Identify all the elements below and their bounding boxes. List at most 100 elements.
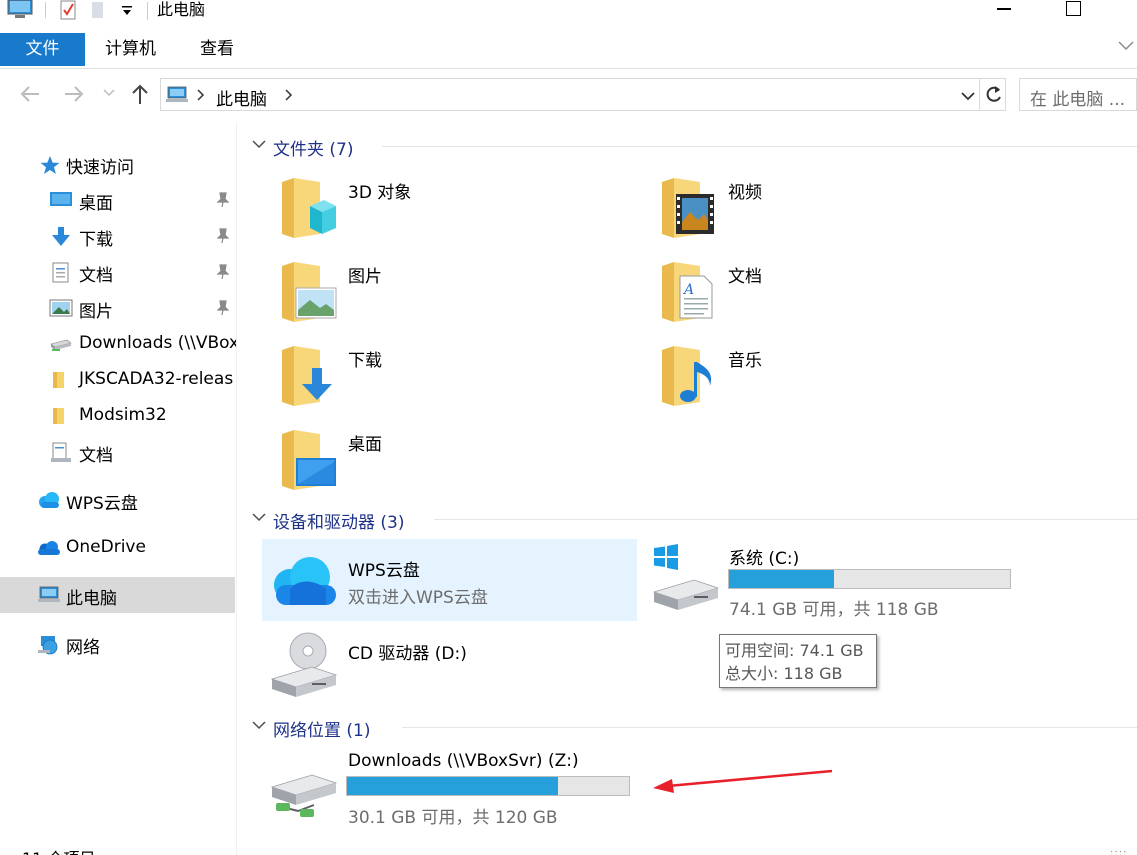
sidebar-item-label: 网络 — [66, 638, 100, 658]
pin-icon[interactable] — [215, 264, 231, 280]
sidebar-item-label: 文档 — [79, 266, 113, 286]
recent-locations-icon[interactable] — [103, 89, 115, 97]
sidebar-item-pictures[interactable]: 图片 — [0, 291, 235, 325]
forward-arrow-icon[interactable] — [62, 84, 86, 104]
sidebar-item-label: 桌面 — [79, 194, 113, 214]
folder-videos[interactable]: 视频 — [660, 176, 1020, 256]
sidebar-item-onedrive[interactable]: OneDrive — [0, 531, 235, 565]
folder-label: 文档 — [728, 267, 762, 287]
sidebar-item-label: 图片 — [79, 302, 113, 322]
folder-3d-objects[interactable]: 3D 对象 — [280, 176, 640, 256]
documents-icon: A — [662, 262, 713, 322]
group-header-devices[interactable]: 设备和驱动器 (3) — [252, 507, 1137, 533]
sidebar-item-network[interactable]: 网络 — [0, 627, 235, 661]
this-pc-icon — [166, 86, 188, 102]
pin-icon[interactable] — [215, 192, 231, 208]
sidebar-item-jkscada[interactable]: JKSCADA32-releas — [0, 363, 235, 397]
annotation-arrow — [653, 769, 833, 793]
title-bar: 此电脑 — [0, 0, 1137, 26]
network-drive-icon — [270, 774, 338, 817]
sidebar-item-desktop[interactable]: 桌面 — [0, 183, 235, 217]
sidebar-item-label: OneDrive — [66, 537, 146, 557]
sidebar-item-label: Modsim32 — [79, 405, 167, 425]
drive-wps-cloud[interactable]: WPS云盘 双击进入WPS云盘 — [262, 539, 637, 621]
folder-desktop[interactable]: 桌面 — [280, 428, 640, 508]
maximize-button[interactable] — [1066, 1, 1081, 16]
folder-pictures[interactable]: 图片 — [280, 260, 640, 340]
minimize-button[interactable] — [997, 8, 1011, 10]
new-folder-icon[interactable] — [90, 0, 106, 22]
3d-objects-icon — [282, 178, 336, 238]
qat-dropdown-icon[interactable] — [120, 4, 134, 18]
pin-icon[interactable] — [215, 228, 231, 244]
properties-icon[interactable] — [59, 0, 79, 22]
star-icon — [40, 156, 60, 174]
group-title: 文件夹 (7) — [273, 140, 354, 160]
status-item-count: 11 个项目 — [22, 845, 95, 855]
sidebar-item-label: 快速访问 — [66, 158, 134, 178]
tab-file[interactable]: 文件 — [0, 33, 85, 66]
breadcrumb-this-pc[interactable]: 此电脑 — [216, 85, 267, 110]
folder-label: 图片 — [348, 267, 382, 287]
sidebar-item-documents-library[interactable]: 文档 — [0, 435, 235, 469]
sidebar-item-downloads[interactable]: 下载 — [0, 219, 235, 253]
collapse-chevron-icon — [252, 513, 266, 522]
desktop-icon — [50, 192, 72, 206]
group-title: 网络位置 (1) — [273, 721, 371, 741]
group-divider — [402, 727, 1137, 728]
drive-c[interactable]: 系统 (C:) 74.1 GB 可用，共 118 GB — [648, 542, 1028, 622]
sidebar-item-label: JKSCADA32-releas — [79, 369, 234, 389]
title-separator — [147, 2, 148, 20]
address-dropdown-icon[interactable] — [961, 91, 975, 101]
drive-z[interactable]: Downloads (\\VBoxSvr) (Z:) 30.1 GB 可用，共 … — [268, 747, 638, 828]
sidebar-item-modsim32[interactable]: Modsim32 — [0, 399, 235, 433]
folder-label: 桌面 — [348, 435, 382, 455]
computer-icon[interactable] — [6, 0, 36, 20]
download-icon — [52, 227, 70, 246]
folder-label: 音乐 — [728, 351, 762, 371]
search-box[interactable]: 在 此电脑 ... — [1019, 78, 1137, 111]
address-bar[interactable]: 此电脑 — [160, 78, 1006, 111]
windows-drive-icon — [652, 544, 720, 610]
folder-music[interactable]: 音乐 — [660, 344, 1020, 424]
back-arrow-icon[interactable] — [18, 84, 42, 104]
sidebar-item-documents[interactable]: 文档 — [0, 255, 235, 289]
sidebar-item-label: 下载 — [79, 230, 113, 250]
drive-tooltip: 可用空间: 74.1 GB 总大小: 118 GB — [719, 634, 877, 688]
navigation-bar: 此电脑 在 此电脑 ... — [0, 76, 1137, 114]
videos-icon — [662, 178, 714, 238]
folder-label: 视频 — [728, 183, 762, 203]
group-header-folders[interactable]: 文件夹 (7) — [252, 134, 1137, 160]
wps-cloud-icon — [274, 557, 336, 605]
svg-text:A: A — [682, 282, 694, 298]
group-header-network[interactable]: 网络位置 (1) — [252, 715, 1137, 741]
group-title: 设备和驱动器 (3) — [273, 513, 405, 533]
tab-view[interactable]: 查看 — [200, 33, 234, 66]
drive-d[interactable]: CD 驱动器 (D:) — [268, 627, 628, 707]
tab-computer[interactable]: 计算机 — [105, 33, 156, 66]
network-icon — [38, 636, 58, 655]
desktop-icon — [282, 430, 336, 490]
sidebar-item-wps-cloud[interactable]: WPS云盘 — [0, 483, 235, 517]
drive-name: 系统 (C:) — [729, 549, 800, 569]
sidebar-item-label: Downloads (\\VBox — [79, 333, 237, 353]
folder-downloads[interactable]: 下载 — [280, 344, 640, 424]
drive-usage-fill — [729, 570, 834, 588]
network-drive-icon — [50, 339, 72, 351]
wps-cloud-icon — [39, 492, 59, 508]
breadcrumb-chevron-icon[interactable] — [284, 89, 294, 103]
drive-name: Downloads (\\VBoxSvr) (Z:) — [348, 751, 579, 771]
cd-drive-icon — [270, 632, 338, 697]
drive-usage-bar — [728, 569, 1011, 589]
up-arrow-icon[interactable] — [130, 82, 150, 106]
sidebar-item-network-drive[interactable]: Downloads (\\VBox — [0, 327, 237, 361]
folder-documents[interactable]: A 文档 — [660, 260, 1020, 340]
refresh-icon[interactable] — [984, 85, 1004, 105]
sidebar-item-this-pc[interactable]: 此电脑 — [0, 577, 235, 613]
sidebar-item-label: 此电脑 — [66, 589, 117, 609]
picture-icon — [49, 299, 73, 317]
sidebar-item-quick-access[interactable]: 快速访问 — [0, 147, 235, 181]
pin-icon[interactable] — [215, 300, 231, 316]
view-toggle-icon[interactable]: :::: — [1110, 848, 1127, 855]
expand-ribbon-icon[interactable] — [1118, 40, 1134, 52]
